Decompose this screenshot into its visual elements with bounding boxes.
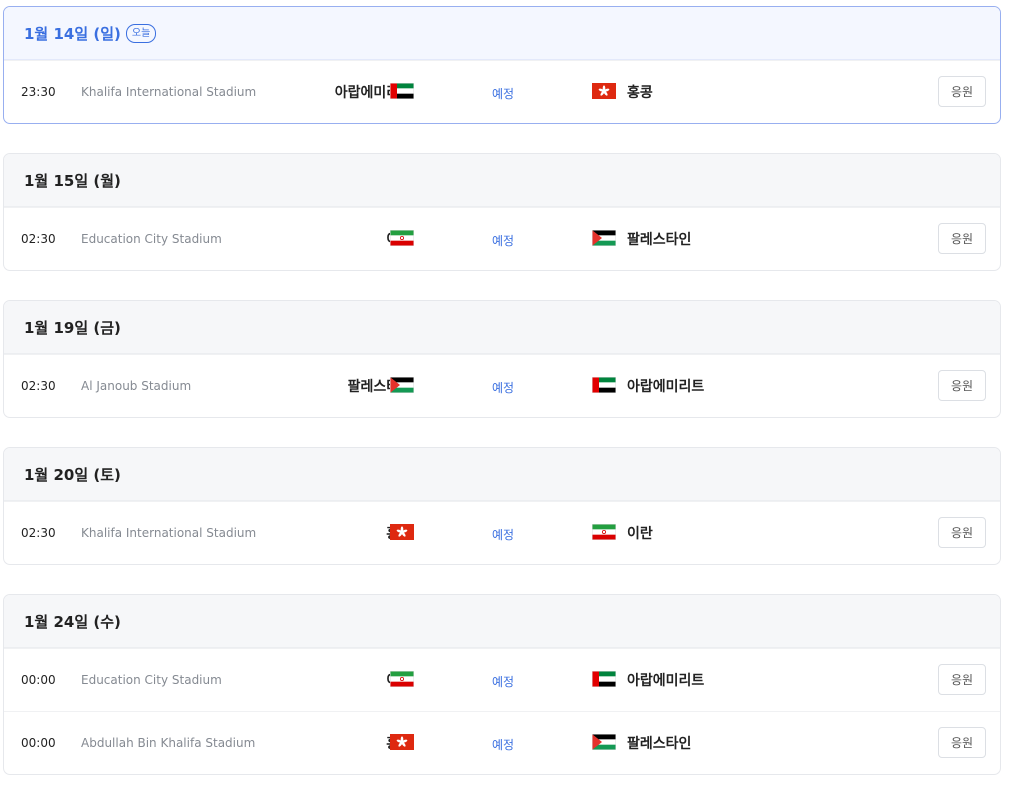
match-venue: Abdullah Bin Khalifa Stadium bbox=[81, 736, 256, 750]
match-status: 예정 bbox=[492, 528, 515, 542]
hongkong-flag-icon bbox=[390, 734, 414, 750]
hongkong-flag-icon bbox=[592, 83, 616, 99]
day-header: 1월 19일 (금) bbox=[4, 301, 1000, 354]
cheer-button[interactable]: 응원 bbox=[938, 370, 986, 401]
match-time: 00:00 bbox=[21, 673, 56, 687]
match-row[interactable]: 02:30 Al Janoub Stadium 팔레스타인 예정 아랍에미리트 … bbox=[4, 354, 1000, 417]
match-status: 예정 bbox=[492, 675, 515, 689]
match-status: 예정 bbox=[492, 738, 515, 752]
cheer-button[interactable]: 응원 bbox=[938, 664, 986, 695]
day-title: 1월 20일 (토) bbox=[24, 465, 121, 484]
away-team-name: 이란 bbox=[627, 526, 653, 542]
day-group: 1월 15일 (월) 02:30 Education City Stadium … bbox=[3, 153, 1001, 271]
cheer-button[interactable]: 응원 bbox=[938, 76, 986, 107]
match-time: 23:30 bbox=[21, 85, 56, 99]
cheer-button[interactable]: 응원 bbox=[938, 517, 986, 548]
iran-flag-icon bbox=[592, 524, 616, 540]
match-venue: Education City Stadium bbox=[81, 232, 222, 246]
palestine-flag-icon bbox=[592, 734, 616, 750]
match-row[interactable]: 02:30 Khalifa International Stadium 홍콩 예… bbox=[4, 501, 1000, 564]
away-team-name: 팔레스타인 bbox=[627, 232, 692, 248]
cheer-button[interactable]: 응원 bbox=[938, 727, 986, 758]
match-row[interactable]: 00:00 Abdullah Bin Khalifa Stadium 홍콩 예정… bbox=[4, 711, 1000, 774]
match-venue: Al Janoub Stadium bbox=[81, 379, 192, 393]
palestine-flag-icon bbox=[390, 377, 414, 393]
away-team-name: 팔레스타인 bbox=[627, 736, 692, 752]
day-header: 1월 24일 (수) bbox=[4, 595, 1000, 648]
day-group: 1월 14일 (일) 오늘 23:30 Khalifa Internationa… bbox=[3, 6, 1001, 124]
iran-flag-icon bbox=[390, 230, 414, 246]
day-group: 1월 19일 (금) 02:30 Al Janoub Stadium 팔레스타인… bbox=[3, 300, 1001, 418]
day-group: 1월 24일 (수) 00:00 Education City Stadium … bbox=[3, 594, 1001, 775]
away-team-name: 아랍에미리트 bbox=[627, 379, 705, 395]
match-venue: Education City Stadium bbox=[81, 673, 222, 687]
uae-flag-icon bbox=[592, 671, 616, 687]
day-title: 1월 24일 (수) bbox=[24, 612, 121, 631]
iran-flag-icon bbox=[390, 671, 414, 687]
day-header: 1월 15일 (월) bbox=[4, 154, 1000, 207]
day-title: 1월 19일 (금) bbox=[24, 318, 121, 337]
today-badge: 오늘 bbox=[125, 23, 157, 43]
match-time: 02:30 bbox=[21, 232, 56, 246]
palestine-flag-icon bbox=[592, 230, 616, 246]
day-header: 1월 14일 (일) 오늘 bbox=[4, 7, 1000, 60]
day-group: 1월 20일 (토) 02:30 Khalifa International S… bbox=[3, 447, 1001, 565]
match-row[interactable]: 00:00 Education City Stadium 이란 예정 아랍에미리… bbox=[4, 648, 1000, 711]
match-venue: Khalifa International Stadium bbox=[81, 526, 257, 540]
match-row[interactable]: 02:30 Education City Stadium 이란 예정 팔레스타인… bbox=[4, 207, 1000, 270]
match-time: 02:30 bbox=[21, 379, 56, 393]
match-venue: Khalifa International Stadium bbox=[81, 85, 257, 99]
uae-flag-icon bbox=[592, 377, 616, 393]
match-status: 예정 bbox=[492, 234, 515, 248]
match-time: 00:00 bbox=[21, 736, 56, 750]
day-header: 1월 20일 (토) bbox=[4, 448, 1000, 501]
away-team-name: 아랍에미리트 bbox=[627, 673, 705, 689]
hongkong-flag-icon bbox=[390, 524, 414, 540]
day-title: 1월 15일 (월) bbox=[24, 171, 121, 190]
uae-flag-icon bbox=[390, 83, 414, 99]
cheer-button[interactable]: 응원 bbox=[938, 223, 986, 254]
match-status: 예정 bbox=[492, 381, 515, 395]
match-row[interactable]: 23:30 Khalifa International Stadium 아랍에미… bbox=[4, 60, 1000, 123]
match-time: 02:30 bbox=[21, 526, 56, 540]
match-status: 예정 bbox=[492, 87, 515, 101]
away-team-name: 홍콩 bbox=[627, 85, 653, 101]
day-title: 1월 14일 (일) bbox=[24, 24, 121, 43]
